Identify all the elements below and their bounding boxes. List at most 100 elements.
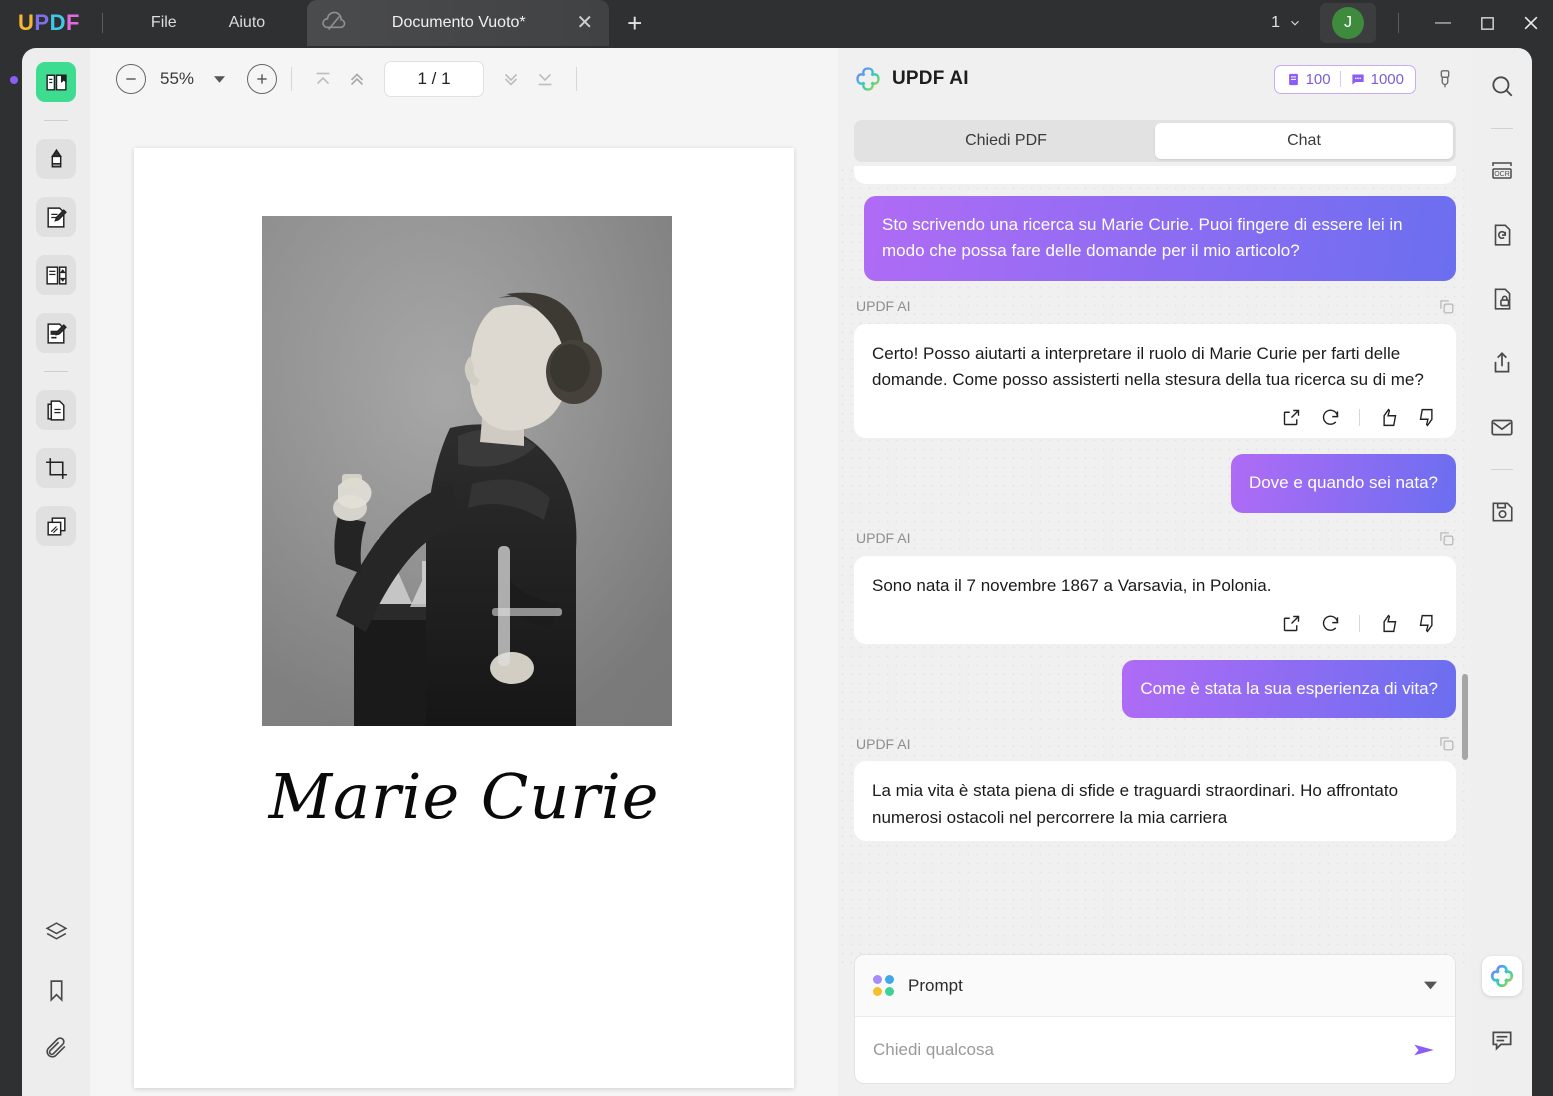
page-number-input[interactable]: 1 / 1 bbox=[384, 61, 484, 97]
menu-file[interactable]: File bbox=[125, 0, 203, 46]
clear-chat-button[interactable] bbox=[1434, 68, 1456, 90]
email-icon bbox=[1491, 419, 1513, 436]
send-icon[interactable] bbox=[1411, 1037, 1437, 1063]
regenerate-icon[interactable] bbox=[1320, 613, 1341, 634]
zoom-out-button[interactable] bbox=[116, 64, 146, 94]
convert-icon bbox=[1494, 224, 1511, 246]
portrait-illustration bbox=[262, 216, 672, 726]
sidebar-item-convert[interactable] bbox=[36, 390, 76, 430]
sidebar-item-edit-pdf[interactable] bbox=[36, 197, 76, 237]
titlebar-divider bbox=[101, 13, 103, 33]
message-actions bbox=[872, 613, 1438, 634]
sidebar-item-share[interactable] bbox=[1480, 341, 1524, 385]
chat-message-list[interactable]: Sto scrivendo una ricerca su Marie Curie… bbox=[838, 166, 1472, 966]
layers-icon bbox=[45, 921, 67, 940]
thumbs-down-icon[interactable] bbox=[1417, 613, 1438, 634]
minimize-button[interactable]: — bbox=[1421, 0, 1465, 46]
sidebar-item-search[interactable] bbox=[1480, 64, 1524, 108]
sidebar-item-comment[interactable] bbox=[1480, 1018, 1524, 1062]
last-page-button[interactable] bbox=[528, 62, 562, 96]
right-rail-divider-2 bbox=[1491, 469, 1513, 470]
batch-icon bbox=[46, 516, 66, 536]
left-tool-rail bbox=[10, 48, 90, 1096]
thumbs-down-icon[interactable] bbox=[1417, 407, 1438, 428]
comment-icon bbox=[1492, 1031, 1512, 1051]
copy-icon[interactable] bbox=[1437, 529, 1456, 548]
sidebar-item-crop[interactable] bbox=[36, 448, 76, 488]
sidebar-item-batch[interactable] bbox=[36, 506, 76, 546]
sidebar-item-form[interactable] bbox=[36, 313, 76, 353]
titlebar-divider-2 bbox=[1398, 13, 1399, 33]
chat-credits: 1000 bbox=[1350, 71, 1404, 88]
thumbs-up-icon[interactable] bbox=[1378, 407, 1399, 428]
sidebar-item-layers[interactable] bbox=[36, 912, 76, 952]
search-icon bbox=[1492, 76, 1513, 97]
bookmark-icon bbox=[49, 979, 63, 1002]
tab-chat[interactable]: Chat bbox=[1155, 123, 1453, 159]
ai-panel-header: UPDF AI 100 1000 bbox=[838, 48, 1472, 110]
zoom-in-button[interactable] bbox=[247, 64, 277, 94]
sidebar-item-bookmark[interactable] bbox=[36, 970, 76, 1010]
first-page-button[interactable] bbox=[306, 62, 340, 96]
right-rail-divider-1 bbox=[1491, 128, 1513, 129]
copy-icon[interactable] bbox=[1437, 297, 1456, 316]
new-tab-button[interactable]: + bbox=[627, 10, 642, 36]
menu-aiuto[interactable]: Aiuto bbox=[203, 0, 291, 46]
previous-page-button[interactable] bbox=[340, 62, 374, 96]
close-button[interactable] bbox=[1509, 0, 1553, 46]
form-edit-icon bbox=[46, 322, 67, 344]
credits-badge[interactable]: 100 1000 bbox=[1273, 64, 1416, 94]
sidebar-item-protect[interactable] bbox=[1480, 277, 1524, 321]
zoom-dropdown-icon[interactable] bbox=[214, 74, 225, 85]
actions-divider bbox=[1359, 615, 1360, 633]
ocr-icon: OCR bbox=[1492, 162, 1512, 179]
document-canvas[interactable]: Marie Curie bbox=[90, 110, 838, 1096]
chat-message-ai: Sono nata il 7 novembre 1867 a Varsavia,… bbox=[854, 555, 1456, 645]
sidebar-item-organize-pages[interactable] bbox=[36, 255, 76, 295]
chat-message-ai: La mia vita è stata piena di sfide e tra… bbox=[854, 761, 1456, 842]
save-icon bbox=[1492, 502, 1513, 522]
prompt-selector[interactable]: Prompt bbox=[855, 955, 1455, 1017]
thumbs-up-icon[interactable] bbox=[1378, 613, 1399, 634]
chat-scrollbar-thumb[interactable] bbox=[1462, 674, 1468, 760]
chevron-up-double-icon bbox=[350, 73, 364, 86]
updf-ai-panel: UPDF AI 100 1000 Chiedi PDF Chat Sto scr… bbox=[838, 48, 1472, 1096]
tab-close-icon[interactable]: ✕ bbox=[576, 13, 593, 33]
export-icon[interactable] bbox=[1281, 407, 1302, 428]
left-rail-bottom-group bbox=[22, 912, 90, 1086]
sidebar-item-reader[interactable] bbox=[36, 62, 76, 102]
logo-letter-f: F bbox=[65, 10, 80, 35]
chat-credit-value: 1000 bbox=[1370, 70, 1404, 88]
logo-letter-d: D bbox=[49, 10, 66, 35]
sidebar-item-updf-ai[interactable] bbox=[1482, 956, 1522, 996]
export-icon[interactable] bbox=[1281, 613, 1302, 634]
updf-ai-icon bbox=[1490, 964, 1514, 988]
maximize-button[interactable] bbox=[1465, 0, 1509, 46]
actions-divider bbox=[1359, 409, 1360, 427]
copy-icon[interactable] bbox=[1437, 734, 1456, 753]
sidebar-item-attachment[interactable] bbox=[36, 1028, 76, 1068]
chat-input[interactable] bbox=[873, 1040, 1411, 1060]
next-page-button[interactable] bbox=[494, 62, 528, 96]
account-button[interactable]: J bbox=[1320, 3, 1376, 43]
annotate-highlighter-icon bbox=[50, 148, 62, 168]
sidebar-item-save[interactable] bbox=[1480, 490, 1524, 534]
chat-message-ai-text: Certo! Posso aiutarti a interpretare il … bbox=[872, 343, 1424, 390]
tab-chiedi-pdf[interactable]: Chiedi PDF bbox=[857, 123, 1155, 159]
sidebar-item-ocr[interactable]: OCR bbox=[1480, 149, 1524, 193]
sidebar-item-comment[interactable] bbox=[36, 139, 76, 179]
sidebar-item-convert[interactable] bbox=[1480, 213, 1524, 257]
document-tab[interactable]: Documento Vuoto* ✕ bbox=[307, 0, 610, 46]
tab-document-icon bbox=[321, 10, 347, 36]
page-selector[interactable]: 1 bbox=[1271, 14, 1302, 32]
zoom-level-value[interactable]: 55% bbox=[146, 69, 208, 89]
ai-author-label-1: UPDF AI bbox=[856, 297, 1456, 316]
sidebar-item-email[interactable] bbox=[1480, 405, 1524, 449]
right-tool-rail: OCR bbox=[1472, 48, 1532, 1096]
ai-author-name: UPDF AI bbox=[856, 298, 911, 315]
regenerate-icon[interactable] bbox=[1320, 407, 1341, 428]
chat-message-user: Dove e quando sei nata? bbox=[1230, 454, 1456, 513]
credits-divider bbox=[1339, 71, 1341, 87]
chevron-down-icon bbox=[1424, 981, 1437, 990]
page-number-value: 1 / 1 bbox=[417, 69, 451, 88]
